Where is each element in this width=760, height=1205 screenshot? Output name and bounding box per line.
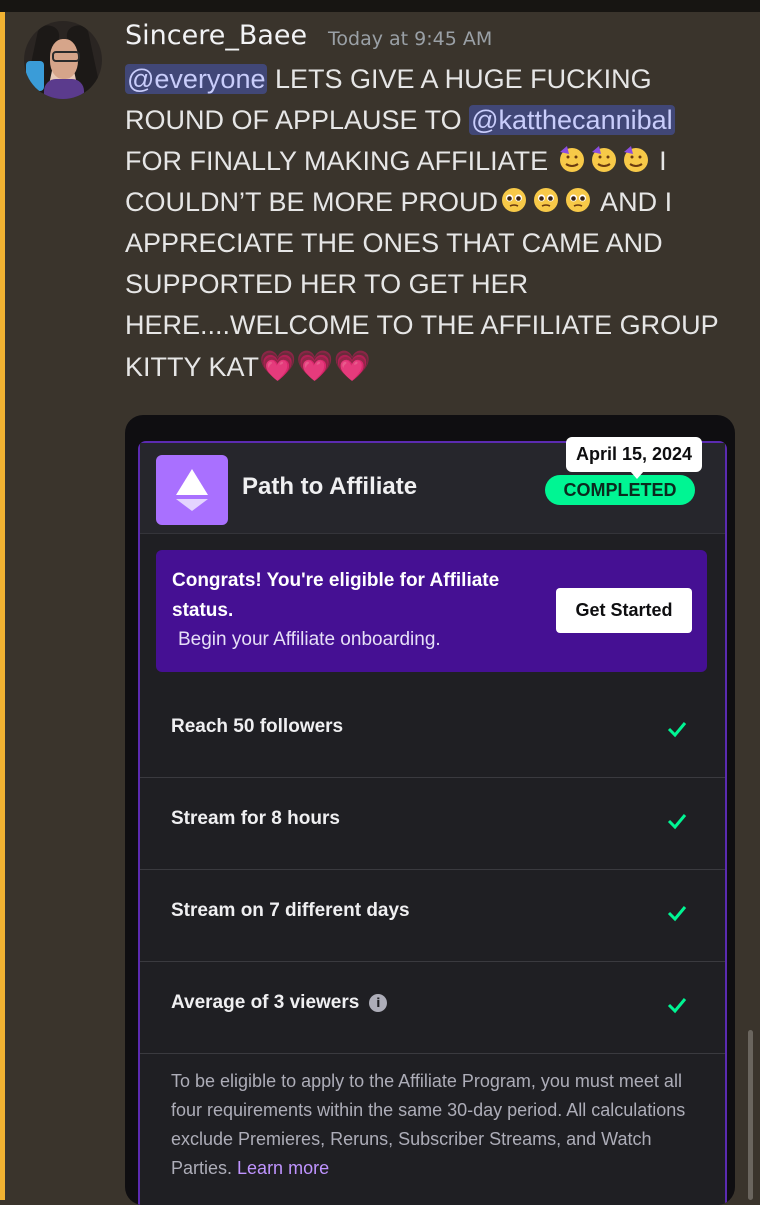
check-icon: [667, 998, 687, 1014]
requirement-row: Stream for 8 hours: [140, 777, 725, 869]
pink-hearts-emoji-icon: 💗💗💗: [259, 350, 372, 383]
mention-highlight-bar: [0, 12, 5, 1200]
status-badge: COMPLETED: [545, 475, 695, 505]
mention-everyone[interactable]: @everyone: [125, 64, 268, 94]
path-to-affiliate-card: Path to Affiliate COMPLETED April 15, 20…: [138, 437, 727, 1205]
pleading-face-emoji-icon: [502, 188, 527, 212]
card-header: Path to Affiliate COMPLETED April 15, 20…: [140, 437, 725, 534]
check-icon: [667, 906, 687, 922]
scrollbar[interactable]: [748, 1030, 753, 1200]
check-icon: [667, 722, 687, 738]
partying-face-emoji-icon: [623, 146, 648, 172]
get-started-button[interactable]: Get Started: [556, 588, 692, 633]
avatar[interactable]: [24, 21, 102, 99]
mention-user[interactable]: @katthecannibal: [469, 105, 675, 135]
requirement-label: Stream on 7 different days: [171, 900, 410, 921]
pleading-face-emoji-icon: [534, 188, 559, 212]
requirement-row: Average of 3 viewers i: [140, 961, 725, 1053]
message-text-2: FOR FINALLY MAKING AFFILIATE: [125, 146, 556, 176]
requirement-label: Stream for 8 hours: [171, 808, 340, 829]
eligibility-footer: To be eligible to apply to the Affiliate…: [171, 1071, 686, 1178]
affiliate-badge-icon: [156, 455, 228, 525]
card-title: Path to Affiliate: [242, 473, 418, 500]
date-tooltip: April 15, 2024: [566, 437, 703, 479]
pleading-face-emoji-icon: [566, 188, 591, 212]
info-icon[interactable]: i: [369, 994, 388, 1012]
requirement-row: Reach 50 followers: [140, 686, 725, 777]
requirement-label: Reach 50 followers: [171, 716, 344, 737]
message-content: @everyone LETS GIVE A HUGE FUCKING ROUND…: [125, 59, 735, 388]
requirement-label: Average of 3 viewers i: [171, 992, 388, 1014]
eligibility-banner: Congrats! You're eligible for Affiliate …: [156, 550, 707, 672]
congrats-title: Congrats! You're eligible for Affiliate …: [172, 570, 500, 621]
embedded-screenshot[interactable]: Path to Affiliate COMPLETED April 15, 20…: [125, 415, 735, 1205]
footer-divider: [140, 1053, 725, 1054]
congrats-subtitle: Begin your Affiliate onboarding.: [178, 629, 441, 650]
partying-face-emoji-icon: [591, 146, 616, 172]
partying-face-emoji-icon: [559, 146, 584, 172]
requirement-row: Stream on 7 different days: [140, 869, 725, 961]
username[interactable]: Sincere_Baee: [125, 20, 307, 51]
message-timestamp[interactable]: Today at 9:45 AM: [328, 28, 492, 50]
window-top-border: [0, 0, 760, 12]
learn-more-link[interactable]: Learn more: [237, 1158, 329, 1178]
check-icon: [667, 814, 687, 830]
